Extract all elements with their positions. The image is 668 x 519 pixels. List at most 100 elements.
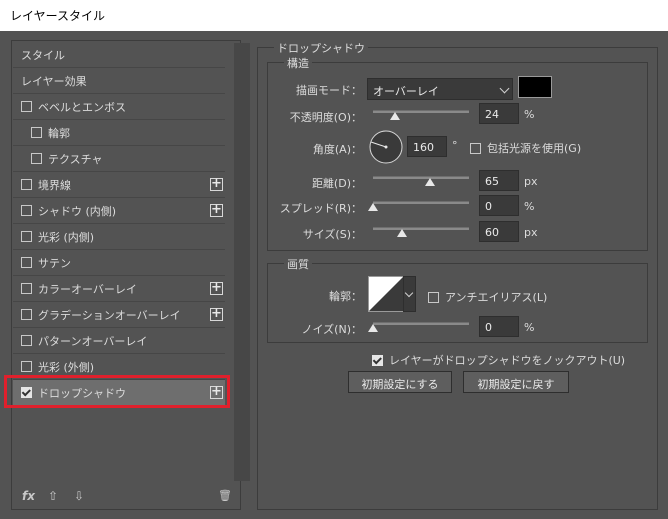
noise-slider-track[interactable] bbox=[373, 322, 469, 325]
sidebar-item-checkbox[interactable] bbox=[21, 335, 32, 346]
sidebar-item[interactable]: 輪郭 bbox=[13, 120, 225, 146]
distance-unit: px bbox=[524, 175, 538, 188]
effects-list-panel: スタイル レイヤー効果ベベルとエンボス輪郭テクスチャ境界線 + シャドウ (内側) + 光… bbox=[11, 40, 250, 510]
opacity-slider-thumb[interactable] bbox=[390, 112, 400, 120]
chevron-down-icon bbox=[404, 288, 414, 298]
sidebar-item[interactable]: グラデーションオーバーレイ + bbox=[13, 302, 225, 328]
chevron-down-icon bbox=[499, 83, 510, 94]
move-down-icon[interactable]: ⇩ bbox=[74, 489, 84, 503]
knockout-row[interactable]: レイヤーがドロップシャドウをノックアウト(U) bbox=[372, 352, 625, 368]
add-effect-icon[interactable]: + bbox=[210, 203, 223, 217]
global-light-checkbox[interactable] bbox=[470, 142, 481, 154]
sidebar-item-checkbox[interactable] bbox=[21, 361, 32, 372]
add-effect-icon[interactable]: + bbox=[210, 177, 223, 191]
add-effect-icon[interactable]: + bbox=[210, 385, 223, 399]
sidebar-item[interactable]: ベベルとエンボス bbox=[13, 94, 225, 120]
sidebar-item-checkbox[interactable] bbox=[31, 127, 42, 138]
sidebar-item-label: グラデーションオーバーレイ bbox=[38, 308, 181, 322]
antialias-checkbox[interactable] bbox=[428, 291, 439, 303]
angle-input[interactable]: 160 bbox=[407, 136, 447, 157]
sidebar-item[interactable]: テクスチャ bbox=[13, 146, 225, 172]
size-slider-thumb[interactable] bbox=[397, 229, 407, 237]
global-light-label: 包括光源を使用(G) bbox=[487, 142, 582, 155]
window-title-bar: レイヤースタイル bbox=[0, 0, 668, 31]
shadow-color-swatch[interactable] bbox=[518, 76, 552, 98]
fx-icon[interactable]: fx bbox=[22, 489, 35, 503]
sidebar-item-checkbox[interactable] bbox=[21, 205, 32, 216]
sidebar-item[interactable]: カラーオーバーレイ + bbox=[13, 276, 225, 302]
sidebar-item-checkbox[interactable] bbox=[21, 283, 32, 294]
contour-dropdown[interactable] bbox=[403, 276, 416, 312]
knockout-checkbox[interactable] bbox=[372, 354, 383, 366]
sidebar-item[interactable]: レイヤー効果 bbox=[13, 68, 225, 94]
size-slider-track[interactable] bbox=[373, 227, 469, 230]
sidebar-item-label: カラーオーバーレイ bbox=[38, 282, 137, 296]
quality-title: 画質 bbox=[284, 256, 312, 272]
effects-list-scrollbar[interactable] bbox=[234, 43, 250, 481]
opacity-slider-track[interactable] bbox=[373, 110, 469, 113]
noise-input[interactable]: 0 bbox=[479, 316, 519, 337]
sidebar-item-label: 光彩 (内側) bbox=[38, 230, 95, 244]
angle-dial[interactable] bbox=[368, 129, 404, 165]
distance-slider-track[interactable] bbox=[373, 176, 469, 179]
sidebar-item-checkbox[interactable] bbox=[21, 101, 32, 112]
size-unit: px bbox=[524, 226, 538, 239]
distance-slider-thumb[interactable] bbox=[425, 178, 435, 186]
opacity-unit: % bbox=[524, 108, 535, 121]
sidebar-item-label: シャドウ (内側) bbox=[38, 204, 117, 218]
trash-icon[interactable]: 🗑 bbox=[218, 489, 232, 502]
sidebar-item-label: パターンオーバーレイ bbox=[38, 334, 148, 348]
structure-title: 構造 bbox=[284, 55, 312, 71]
sidebar-item[interactable]: シャドウ (内側) + bbox=[13, 198, 225, 224]
sidebar-item-checkbox[interactable] bbox=[21, 309, 32, 320]
blend-mode-value: オーバーレイ bbox=[373, 85, 439, 98]
effects-list: スタイル レイヤー効果ベベルとエンボス輪郭テクスチャ境界線 + シャドウ (内側) + 光… bbox=[13, 42, 225, 482]
distance-label: 距離(D)： bbox=[311, 177, 362, 190]
sidebar-item[interactable]: サテン bbox=[13, 250, 225, 276]
drop-shadow-title: ドロップシャドウ bbox=[274, 40, 368, 56]
spread-unit: % bbox=[524, 200, 535, 213]
sidebar-item[interactable]: 境界線 + bbox=[13, 172, 225, 198]
blend-mode-label: 描画モード： bbox=[296, 84, 362, 97]
spread-slider-track[interactable] bbox=[373, 201, 469, 204]
sidebar-item-label: ドロップシャドウ bbox=[38, 386, 126, 400]
window-title: レイヤースタイル bbox=[10, 9, 106, 23]
sidebar-item-checkbox[interactable] bbox=[21, 257, 32, 268]
sidebar-item[interactable]: 光彩 (外側) bbox=[13, 354, 225, 380]
size-label: サイズ(S)： bbox=[302, 228, 362, 241]
spread-slider-thumb[interactable] bbox=[368, 203, 378, 211]
sidebar-item[interactable]: パターンオーバーレイ bbox=[13, 328, 225, 354]
distance-input[interactable]: 65 bbox=[479, 170, 519, 191]
blend-mode-select[interactable]: オーバーレイ bbox=[367, 78, 513, 100]
noise-unit: % bbox=[524, 321, 535, 334]
sidebar-item-checkbox[interactable] bbox=[21, 179, 32, 190]
sidebar-item[interactable]: スタイル bbox=[13, 42, 225, 68]
add-effect-icon[interactable]: + bbox=[210, 307, 223, 321]
size-input[interactable]: 60 bbox=[479, 221, 519, 242]
sidebar-item-label: 光彩 (外側) bbox=[38, 360, 95, 374]
antialias-label: アンチエイリアス(L) bbox=[445, 291, 548, 304]
opacity-input[interactable]: 24 bbox=[479, 103, 519, 124]
sidebar-item-checkbox[interactable] bbox=[21, 231, 32, 242]
sidebar-item-label: テクスチャ bbox=[48, 152, 103, 166]
noise-label: ノイズ(N)： bbox=[301, 323, 362, 336]
make-default-button[interactable]: 初期設定にする bbox=[348, 371, 452, 393]
sidebar-item-checkbox[interactable] bbox=[31, 153, 42, 164]
global-light-row[interactable]: 包括光源を使用(G) bbox=[470, 140, 581, 156]
sidebar-item-label: ベベルとエンボス bbox=[38, 100, 126, 114]
spread-label: スプレッド(R)： bbox=[279, 202, 362, 215]
noise-slider-thumb[interactable] bbox=[368, 324, 378, 332]
move-up-icon[interactable]: ⇧ bbox=[48, 489, 58, 503]
sidebar-item-checkbox[interactable] bbox=[21, 387, 32, 398]
opacity-label: 不透明度(O)： bbox=[289, 111, 362, 124]
sidebar-item[interactable]: 光彩 (内側) bbox=[13, 224, 225, 250]
spread-input[interactable]: 0 bbox=[479, 195, 519, 216]
add-effect-icon[interactable]: + bbox=[210, 281, 223, 295]
angle-unit: ° bbox=[452, 139, 458, 152]
sidebar-item-label: サテン bbox=[38, 256, 71, 270]
sidebar-item[interactable]: ドロップシャドウ + bbox=[13, 380, 225, 406]
reset-default-button[interactable]: 初期設定に戻す bbox=[463, 371, 569, 393]
knockout-label: レイヤーがドロップシャドウをノックアウト(U) bbox=[389, 354, 626, 367]
contour-preview[interactable] bbox=[368, 276, 404, 312]
antialias-row[interactable]: アンチエイリアス(L) bbox=[428, 289, 547, 305]
